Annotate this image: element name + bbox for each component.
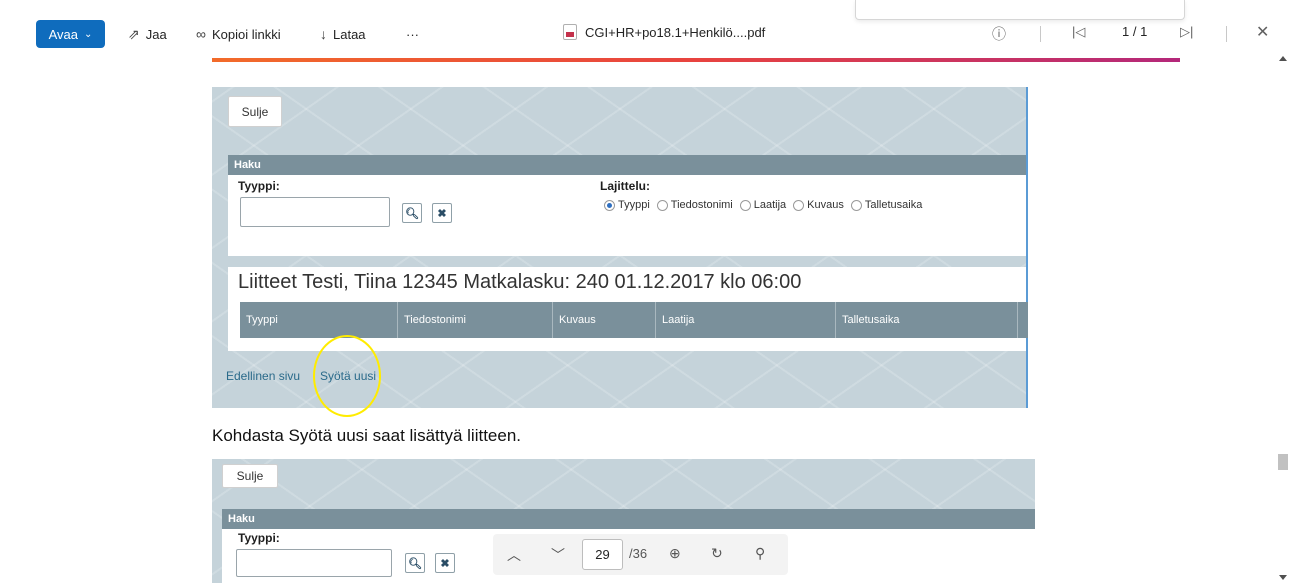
radio-icon: [793, 199, 805, 211]
download-icon: ↓: [320, 26, 327, 42]
search-icon: 🔍︎: [405, 553, 425, 573]
type-input: [240, 197, 390, 227]
link-icon: ∞: [196, 26, 206, 42]
column-header: Talletusaika: [836, 302, 1018, 338]
next-page-icon[interactable]: ﹀: [551, 545, 565, 565]
pdf-viewer: Avaa ⌄ ⇗ Jaa ∞ Kopioi linkki ↓ Lataa ···…: [0, 0, 1290, 583]
previous-page-icon[interactable]: ︿: [507, 545, 521, 565]
column-header: Tyyppi: [240, 302, 398, 338]
first-page-icon[interactable]: |◁: [1072, 24, 1085, 40]
sort-option-label: Kuvaus: [807, 199, 844, 211]
more-label: ···: [406, 26, 419, 42]
sort-option-label: Laatija: [753, 199, 787, 211]
radio-icon: [850, 199, 862, 211]
scrollbar-thumb[interactable]: [1278, 454, 1288, 470]
vertical-scrollbar[interactable]: [1276, 50, 1290, 583]
toolbar: Avaa ⌄ ⇗ Jaa ∞ Kopioi linkki ↓ Lataa ···…: [0, 0, 1290, 50]
column-header: Laatija: [656, 302, 836, 338]
attachments-title: Liitteet Testi, Tiina 12345 Matkalasku: …: [238, 271, 802, 293]
search-icon: 🔍︎: [402, 203, 422, 223]
type-label: Tyyppi:: [238, 531, 280, 545]
sort-options: Tyyppi Tiedostonimi Laatija Kuvaus Talle…: [604, 199, 926, 211]
scroll-up-icon[interactable]: [1279, 56, 1287, 61]
close-icon[interactable]: ✕: [1256, 22, 1269, 42]
divider: [1040, 26, 1041, 42]
header-gradient-bar: [212, 58, 1180, 62]
page-number-input[interactable]: 29: [582, 539, 623, 570]
download-button[interactable]: ↓ Lataa: [320, 24, 366, 44]
sort-option-label: Tiedostonimi: [670, 199, 733, 211]
sort-label: Lajittelu:: [600, 179, 650, 193]
last-page-icon[interactable]: ▷|: [1180, 24, 1193, 40]
download-label: Lataa: [333, 26, 366, 42]
column-header: Kuvaus: [553, 302, 656, 338]
search-header: Haku: [222, 509, 1035, 529]
instruction-text: Kohdasta Syötä uusi saat lisättyä liitte…: [212, 426, 522, 445]
divider: [1226, 26, 1227, 42]
radio-icon: [656, 199, 668, 211]
rotate-icon[interactable]: ↻: [711, 545, 723, 562]
share-icon: ⇗: [128, 25, 140, 42]
total-pages: /36: [629, 546, 648, 561]
chevron-down-icon: ⌄: [84, 28, 93, 40]
search-panel: Tyyppi: 🔍︎ ✖ Lajittelu: Tyyppi Tiedoston…: [228, 175, 1026, 256]
file-title: CGI+HR+po18.1+Henkilö....pdf: [563, 24, 765, 40]
copy-link-label: Kopioi linkki: [211, 26, 281, 42]
table-header: Tyyppi Tiedostonimi Kuvaus Laatija Talle…: [240, 302, 1028, 338]
type-label: Tyyppi:: [238, 179, 280, 193]
search-header: Haku: [228, 155, 1026, 175]
page-navigation-bar: ︿ ﹀ 29 /36 ⊕ ↻ ⚲: [493, 534, 788, 575]
pdf-file-icon: [563, 24, 577, 40]
column-header: Tiedostonimi: [398, 302, 553, 338]
document-area: Sulje Haku Tyyppi: 🔍︎ ✖ Lajittelu: Tyypp…: [0, 50, 1276, 583]
close-button: Sulje: [222, 464, 278, 488]
search-icon[interactable]: ⚲: [755, 545, 765, 562]
popup-panel: [855, 0, 1185, 20]
clear-icon: ✖: [435, 553, 455, 573]
clear-icon: ✖: [432, 203, 452, 223]
highlight-circle: [313, 335, 381, 417]
filename-text: CGI+HR+po18.1+Henkilö....pdf: [585, 24, 766, 40]
type-input: [236, 549, 392, 577]
radio-icon: [739, 199, 751, 211]
divider: [1026, 87, 1028, 408]
sort-option-label: Tyyppi: [618, 199, 650, 211]
more-options-button[interactable]: ···: [406, 24, 419, 44]
page-indicator: 1 / 1: [1122, 24, 1148, 39]
close-button: Sulje: [228, 96, 282, 127]
zoom-in-icon[interactable]: ⊕: [669, 545, 681, 562]
info-icon[interactable]: ⓘ: [992, 24, 1006, 44]
sort-option-label: Talletusaika: [864, 199, 923, 211]
open-button-label: Avaa: [48, 26, 78, 42]
radio-selected-icon: [604, 199, 615, 211]
share-label: Jaa: [145, 26, 167, 42]
copy-link-button[interactable]: ∞ Kopioi linkki: [196, 24, 281, 44]
scroll-down-icon[interactable]: [1279, 575, 1287, 580]
open-button[interactable]: Avaa ⌄: [36, 20, 105, 48]
column-header: [1018, 302, 1028, 338]
share-button[interactable]: ⇗ Jaa: [128, 24, 167, 44]
previous-page-link: Edellinen sivu: [226, 369, 301, 383]
